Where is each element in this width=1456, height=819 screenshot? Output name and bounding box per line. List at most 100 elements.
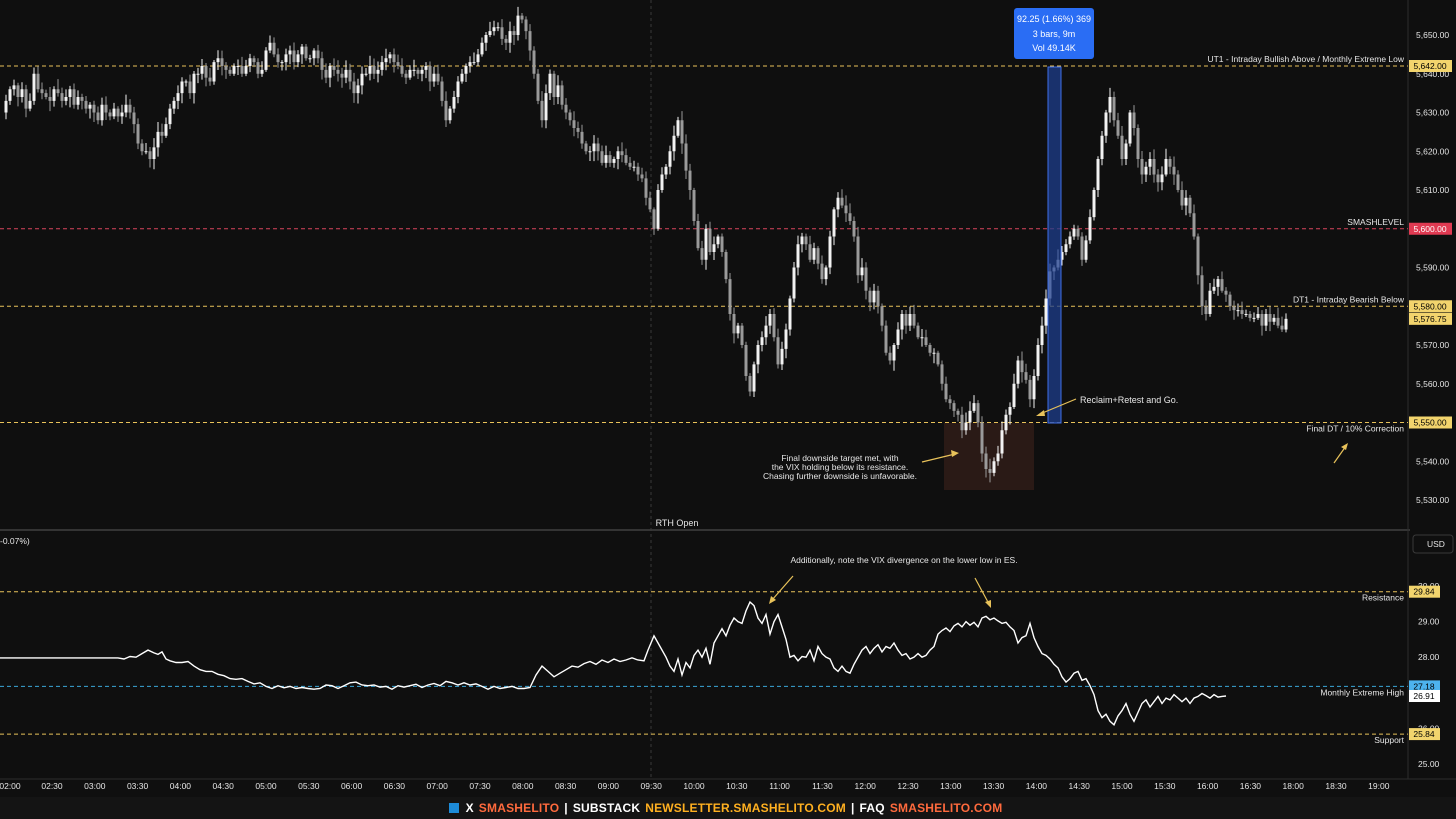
measure-bar[interactable] [1047, 66, 1062, 424]
candle-body [292, 50, 296, 63]
candle-body [32, 73, 36, 101]
candle-body [560, 85, 564, 105]
footer-x-handle[interactable]: SMASHELITO [479, 801, 559, 815]
candle-body [216, 58, 220, 63]
candle-body [728, 279, 732, 314]
candle-body [740, 325, 744, 345]
vix-level-badge-text: 29.84 [1413, 587, 1435, 597]
candle-body [368, 66, 372, 74]
candle-body [992, 461, 996, 473]
candle-body [1020, 360, 1024, 373]
candle-body [596, 143, 600, 152]
es-level-badge-text: 5,580.00 [1413, 301, 1446, 311]
candle-body [380, 62, 384, 70]
candle-body [480, 42, 484, 55]
candle-body [456, 81, 460, 97]
candle-body [620, 151, 624, 156]
candle-body [168, 108, 172, 125]
candle-body [736, 325, 740, 334]
candle-body [1068, 236, 1072, 245]
candle-body [1152, 159, 1156, 175]
candle-body [140, 143, 144, 152]
candle-body [1212, 286, 1216, 291]
candle-body [296, 54, 300, 63]
candle-body [996, 453, 1000, 462]
candle-body [324, 69, 328, 78]
candle-body [352, 81, 356, 94]
candle-body [1032, 376, 1036, 400]
candle-body [1140, 159, 1144, 175]
candle-body [12, 85, 16, 90]
candle-body [232, 66, 236, 74]
candle-body [708, 228, 712, 252]
currency-button[interactable]: USD [1412, 534, 1454, 554]
candle-body [1076, 228, 1080, 237]
candle-body [144, 151, 148, 153]
candle-body [636, 166, 640, 175]
time-tick-label: 09:00 [598, 781, 620, 791]
candle-body [1088, 217, 1092, 241]
candle-body [96, 112, 100, 121]
candle-body [1204, 306, 1208, 314]
tooltip-line-1: 92.25 (1.66%) 369 [1017, 14, 1091, 24]
candle-body [924, 337, 928, 345]
candle-body [468, 62, 472, 66]
candle-body [1156, 174, 1160, 183]
time-tick-label: 11:00 [769, 781, 790, 791]
candle-body [664, 166, 668, 175]
candle-body [676, 120, 680, 136]
candle-body [928, 345, 932, 353]
candle-body [720, 236, 724, 252]
chart-background [0, 0, 1456, 797]
candle-body [588, 151, 592, 153]
candle-body [448, 108, 452, 121]
candle-body [1040, 325, 1044, 345]
candle-body [272, 42, 276, 55]
candle-body [384, 58, 388, 63]
candle-body [1012, 383, 1016, 407]
candle-body [48, 97, 52, 101]
candle-body [1200, 275, 1204, 307]
candle-body [520, 15, 524, 20]
candle-body [264, 50, 268, 70]
measure-tooltip[interactable]: 92.25 (1.66%) 369 3 bars, 9m Vol 49.14K [1014, 8, 1094, 59]
es-tick-label: 5,650.00 [1416, 30, 1449, 40]
candle-body [1072, 228, 1076, 237]
candle-body [892, 345, 896, 361]
candle-body [484, 35, 488, 43]
candle-body [1096, 159, 1100, 190]
candle-body [764, 325, 768, 338]
candle-body [500, 27, 504, 39]
candle-body [1116, 120, 1120, 136]
candle-body [60, 93, 64, 101]
footer-faq-url[interactable]: SMASHELITO.COM [890, 801, 1003, 815]
candle-body [1188, 197, 1192, 214]
candle-body [1004, 414, 1008, 431]
candle-body [412, 69, 416, 71]
candle-body [472, 62, 476, 64]
candle-body [912, 314, 916, 326]
es-tick-label: 5,570.00 [1416, 340, 1449, 350]
candle-body [88, 104, 92, 109]
candle-body [556, 85, 560, 97]
candle-body [704, 228, 708, 260]
candle-body [348, 69, 352, 82]
candle-body [328, 66, 332, 78]
candle-body [784, 329, 788, 349]
candle-body [1104, 112, 1108, 136]
candle-body [512, 31, 516, 35]
time-tick-label: 04:30 [213, 781, 235, 791]
time-tick-label: 16:00 [1197, 781, 1219, 791]
candle-body [824, 267, 828, 280]
candle-body [116, 108, 120, 117]
chart-canvas[interactable]: UT1 - Intraday Bullish Above / Monthly E… [0, 0, 1456, 797]
candle-body [884, 325, 888, 353]
level-label-0: UT1 - Intraday Bullish Above / Monthly E… [1207, 54, 1404, 64]
candle-body [744, 345, 748, 376]
footer-substack-url[interactable]: NEWSLETTER.SMASHELITO.COM [645, 801, 846, 815]
candle-body [816, 248, 820, 264]
candle-body [936, 352, 940, 365]
candle-body [420, 69, 424, 74]
candle-body [732, 314, 736, 334]
candle-body [564, 104, 568, 113]
